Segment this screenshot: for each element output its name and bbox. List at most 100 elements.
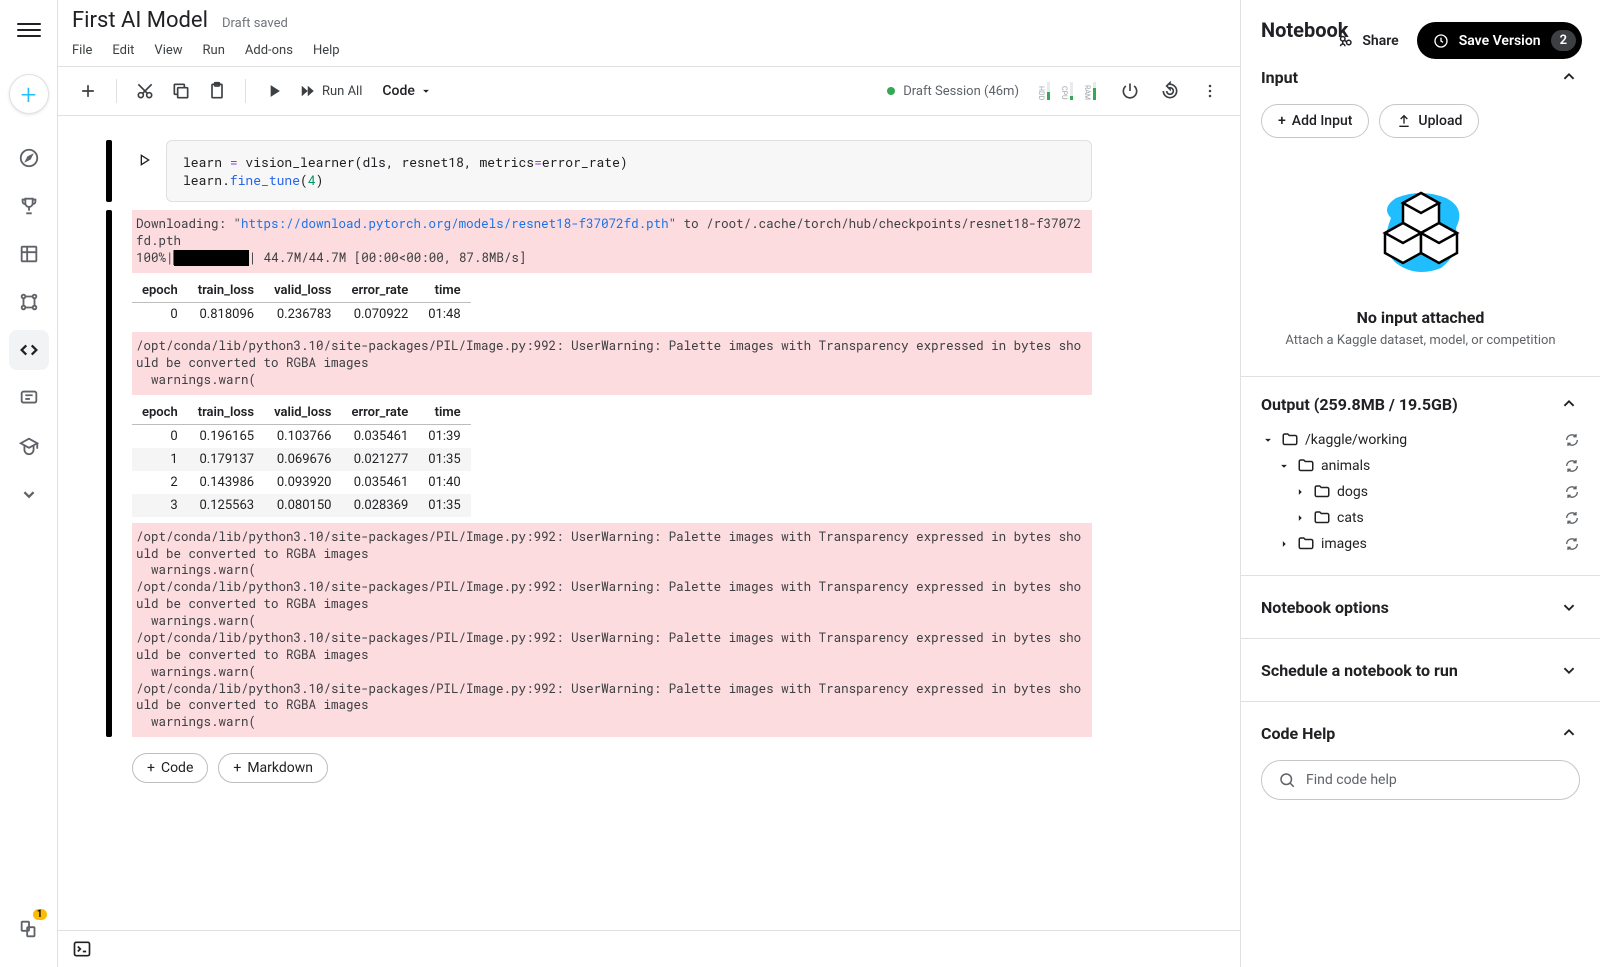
table-row: 00.1961650.1037660.03546101:39 xyxy=(132,424,471,448)
chevron-up-icon xyxy=(1558,393,1580,415)
codehelp-header[interactable]: Code Help xyxy=(1261,718,1580,748)
chevron-down-icon xyxy=(1558,659,1580,681)
arrow-down-icon xyxy=(1277,459,1291,473)
download-link[interactable]: https://download.pytorch.org/models/resn… xyxy=(241,216,669,232)
copy-button[interactable] xyxy=(165,75,197,107)
trophy-icon[interactable] xyxy=(9,186,49,226)
table-row: 30.1255630.0801500.02836901:35 xyxy=(132,494,471,517)
output-warning-repeat: /opt/conda/lib/python3.10/site-packages/… xyxy=(132,523,1092,738)
menu-icon[interactable] xyxy=(17,18,41,42)
events-icon[interactable]: 1 xyxy=(9,909,49,949)
add-cell-button[interactable] xyxy=(72,75,104,107)
add-code-button[interactable]: +Code xyxy=(132,753,208,783)
add-input-button[interactable]: +Add Input xyxy=(1261,104,1369,138)
cell-marker[interactable] xyxy=(106,140,112,202)
folder-icon xyxy=(1313,509,1331,527)
cell-type-dropdown[interactable]: Code xyxy=(382,83,432,99)
chevron-up-icon xyxy=(1558,66,1580,88)
events-badge: 1 xyxy=(33,909,47,920)
schedule-header[interactable]: Schedule a notebook to run xyxy=(1261,655,1580,685)
notebook-body[interactable]: learn = vision_learner(dls, resnet18, me… xyxy=(58,116,1240,930)
right-panel: Notebook Input +Add Input Upload xyxy=(1240,0,1600,967)
chevron-down-icon xyxy=(419,84,433,98)
menu-view[interactable]: View xyxy=(154,43,182,58)
tree-images[interactable]: images xyxy=(1261,531,1580,557)
pretrain-table: epochtrain_lossvalid_losserror_ratetime … xyxy=(132,279,471,326)
cube-illustration xyxy=(1361,178,1481,288)
panel-title: Notebook xyxy=(1241,0,1600,50)
arrow-right-icon xyxy=(1293,485,1307,499)
output-marker[interactable] xyxy=(106,210,112,737)
run-cell-button[interactable] xyxy=(258,75,290,107)
session-status-dot xyxy=(887,87,895,95)
codehelp-search[interactable]: Find code help xyxy=(1261,760,1580,800)
run-all-button[interactable]: Run All xyxy=(294,82,366,100)
resource-ram[interactable]: RAM xyxy=(1083,82,1096,100)
restart-button[interactable] xyxy=(1154,75,1186,107)
table-row: 00.8180960.2367830.07092201:48 xyxy=(132,303,471,327)
notebook-options-header[interactable]: Notebook options xyxy=(1261,592,1580,622)
output-stderr: Downloading: "https://download.pytorch.o… xyxy=(132,210,1092,273)
menu-run[interactable]: Run xyxy=(203,43,225,58)
refresh-icon[interactable] xyxy=(1564,536,1580,552)
arrow-down-icon xyxy=(1261,433,1275,447)
create-button[interactable]: + xyxy=(9,74,49,114)
discussion-icon[interactable] xyxy=(9,378,49,418)
folder-icon xyxy=(1297,535,1315,553)
table-row: 20.1439860.0939200.03546101:40 xyxy=(132,471,471,494)
console-icon xyxy=(72,939,92,959)
input-section-header[interactable]: Input xyxy=(1261,62,1580,92)
model-icon[interactable] xyxy=(9,282,49,322)
refresh-icon[interactable] xyxy=(1564,510,1580,526)
folder-icon xyxy=(1313,483,1331,501)
chevron-up-icon xyxy=(1558,722,1580,744)
menubar: File Edit View Run Add-ons Help xyxy=(72,33,1226,66)
output-warning: /opt/conda/lib/python3.10/site-packages/… xyxy=(132,332,1092,395)
code-input[interactable]: learn = vision_learner(dls, resnet18, me… xyxy=(166,140,1092,202)
menu-file[interactable]: File xyxy=(72,43,92,58)
more-options-button[interactable] xyxy=(1194,75,1226,107)
main-area: First AI Model Draft saved Share Save Ve… xyxy=(58,0,1240,967)
tree-root[interactable]: /kaggle/working xyxy=(1261,427,1580,453)
arrow-right-icon xyxy=(1277,537,1291,551)
table-row: 10.1791370.0696760.02127701:35 xyxy=(132,448,471,471)
menu-help[interactable]: Help xyxy=(313,43,340,58)
chevron-down-icon xyxy=(1558,596,1580,618)
table-icon[interactable] xyxy=(9,234,49,274)
chevron-down-icon[interactable] xyxy=(9,474,49,514)
learn-icon[interactable] xyxy=(9,426,49,466)
left-rail: + 1 xyxy=(0,0,58,967)
resource-hdd[interactable]: HDD xyxy=(1037,82,1050,100)
folder-icon xyxy=(1297,457,1315,475)
output-section-header[interactable]: Output (259.8MB / 19.5GB) xyxy=(1261,389,1580,419)
tree-cats[interactable]: cats xyxy=(1261,505,1580,531)
refresh-icon[interactable] xyxy=(1564,432,1580,448)
resource-cpu[interactable]: CPU xyxy=(1060,82,1073,100)
draft-status: Draft saved xyxy=(222,16,288,31)
header: First AI Model Draft saved Share Save Ve… xyxy=(58,0,1240,66)
session-label[interactable]: Draft Session (46m) xyxy=(903,84,1019,99)
add-markdown-button[interactable]: +Markdown xyxy=(218,753,328,783)
run-all-icon xyxy=(298,82,316,100)
menu-add-ons[interactable]: Add-ons xyxy=(245,43,293,58)
run-cell-icon[interactable] xyxy=(132,148,156,172)
cut-button[interactable] xyxy=(129,75,161,107)
toolbar: Run All Code Draft Session (46m) HDD CPU R… xyxy=(58,66,1240,116)
refresh-icon[interactable] xyxy=(1564,484,1580,500)
refresh-icon[interactable] xyxy=(1564,458,1580,474)
arrow-right-icon xyxy=(1293,511,1307,525)
finetune-table: epochtrain_lossvalid_losserror_ratetime … xyxy=(132,401,471,517)
upload-icon xyxy=(1396,113,1412,129)
tree-animals[interactable]: animals xyxy=(1261,453,1580,479)
search-icon xyxy=(1278,771,1296,789)
upload-button[interactable]: Upload xyxy=(1379,104,1479,138)
empty-input-state: No input attached Attach a Kaggle datase… xyxy=(1261,138,1580,358)
power-button[interactable] xyxy=(1114,75,1146,107)
menu-edit[interactable]: Edit xyxy=(112,43,134,58)
paste-button[interactable] xyxy=(201,75,233,107)
compass-icon[interactable] xyxy=(9,138,49,178)
code-icon[interactable] xyxy=(9,330,49,370)
notebook-title[interactable]: First AI Model xyxy=(72,8,208,33)
tree-dogs[interactable]: dogs xyxy=(1261,479,1580,505)
console-toggle[interactable] xyxy=(58,930,1240,967)
